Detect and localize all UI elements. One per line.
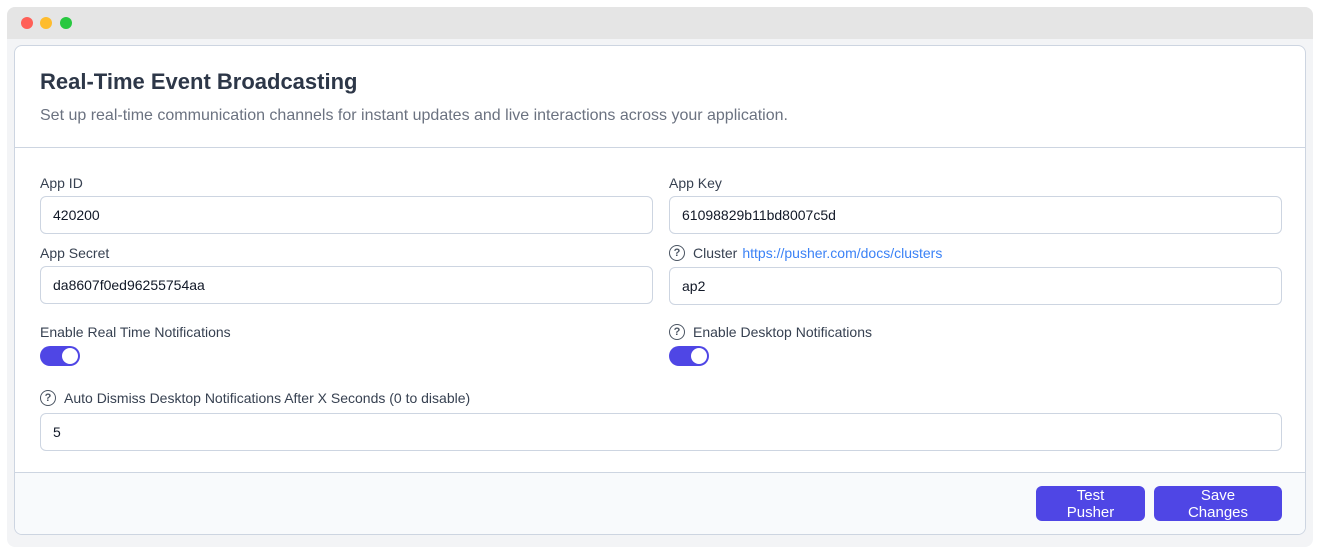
card-header: Real-Time Event Broadcasting Set up real…: [15, 46, 1305, 148]
app-id-input[interactable]: [40, 196, 653, 234]
desktop-notifications-label-row: ? Enable Desktop Notifications: [669, 323, 872, 341]
test-pusher-button[interactable]: Test Pusher: [1036, 486, 1145, 521]
cluster-docs-link[interactable]: https://pusher.com/docs/clusters: [742, 244, 942, 262]
question-circle-icon[interactable]: ?: [40, 390, 56, 406]
question-circle-icon[interactable]: ?: [669, 245, 685, 261]
page-title: Real-Time Event Broadcasting: [40, 69, 358, 94]
app-secret-label: App Secret: [40, 245, 110, 261]
realtime-notifications-label: Enable Real Time Notifications: [40, 324, 231, 340]
app-key-input[interactable]: [669, 196, 1282, 234]
app-window: Real-Time Event Broadcasting Set up real…: [7, 7, 1313, 547]
auto-dismiss-label: Auto Dismiss Desktop Notifications After…: [64, 390, 471, 406]
desktop-notifications-label: Enable Desktop Notifications: [693, 324, 872, 340]
minimize-window-button[interactable]: [40, 17, 52, 29]
desktop-notifications-toggle[interactable]: [669, 346, 709, 366]
question-circle-icon[interactable]: ?: [669, 324, 685, 340]
save-changes-button[interactable]: Save Changes: [1154, 486, 1282, 521]
toggle-knob: [62, 348, 78, 364]
card-body: App ID App Key App Secret ? Cluster http…: [15, 148, 1305, 474]
auto-dismiss-seconds-input[interactable]: [40, 413, 1282, 451]
close-window-button[interactable]: [21, 17, 33, 29]
cluster-input[interactable]: [669, 267, 1282, 305]
card-footer: Test Pusher Save Changes: [15, 472, 1305, 534]
auto-dismiss-label-row: ? Auto Dismiss Desktop Notifications Aft…: [40, 389, 470, 407]
maximize-window-button[interactable]: [60, 17, 72, 29]
window-titlebar: [7, 7, 1313, 39]
settings-card: Real-Time Event Broadcasting Set up real…: [14, 45, 1306, 535]
app-id-label: App ID: [40, 175, 83, 191]
app-secret-input[interactable]: [40, 266, 653, 304]
cluster-label: Cluster: [693, 245, 738, 261]
realtime-notifications-toggle[interactable]: [40, 346, 80, 366]
cluster-label-row: ? Cluster https://pusher.com/docs/cluste…: [669, 244, 942, 262]
toggle-knob: [691, 348, 707, 364]
page-subtitle: Set up real-time communication channels …: [40, 107, 788, 124]
app-key-label: App Key: [669, 175, 722, 191]
